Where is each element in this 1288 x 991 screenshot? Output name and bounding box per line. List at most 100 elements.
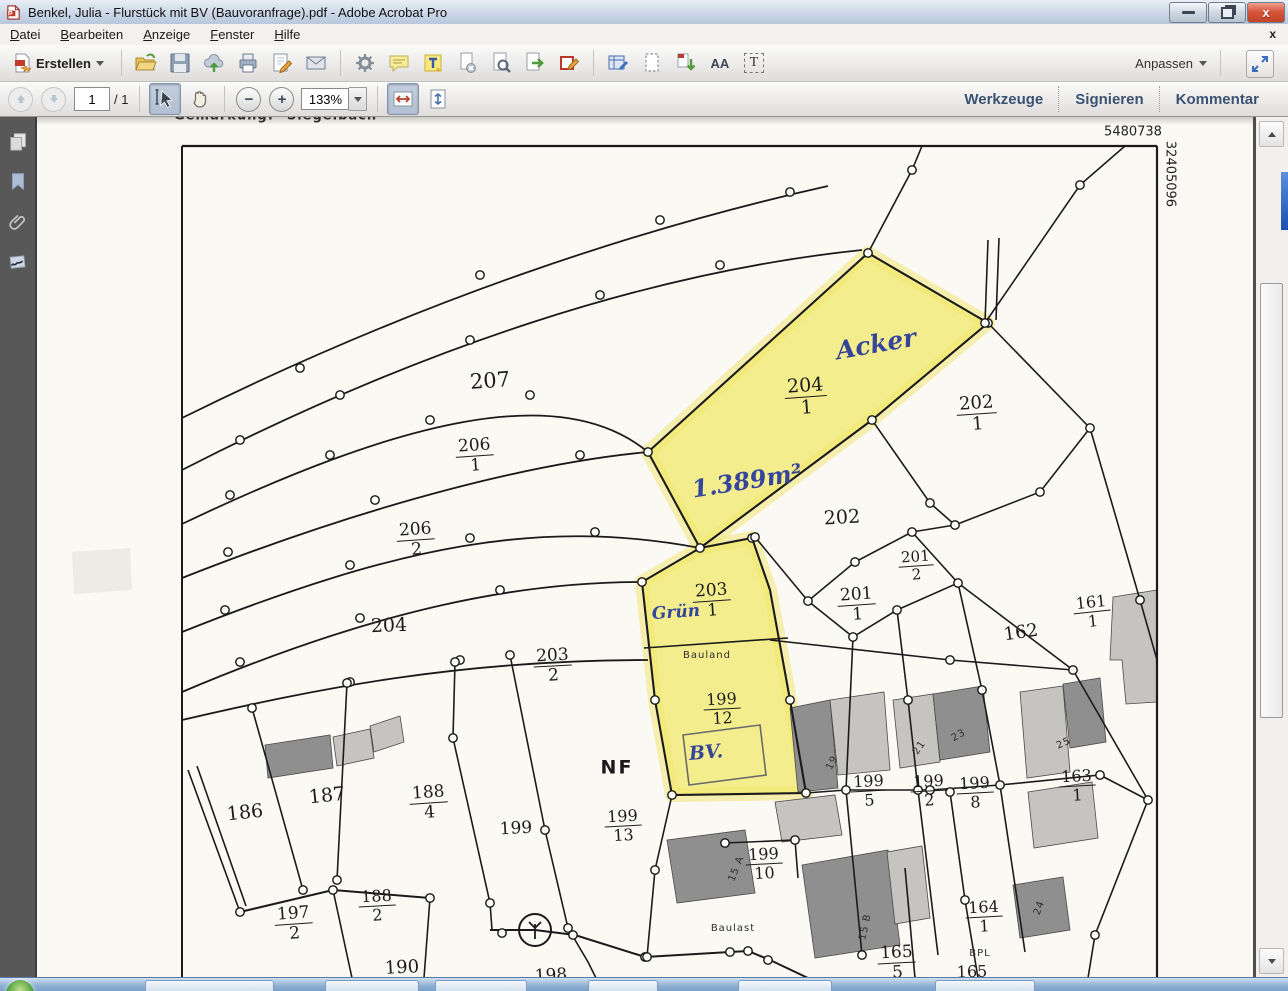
map-label: 2061: [455, 436, 496, 476]
bookmarks-button[interactable]: [0, 162, 35, 202]
scrollbar-thumb[interactable]: [1260, 283, 1283, 718]
map-label: Baulast: [711, 924, 755, 934]
sign-document-icon: [270, 51, 294, 75]
signieren-button[interactable]: Signieren: [1060, 91, 1158, 108]
restore-button[interactable]: [1208, 2, 1246, 23]
menu-bearbeiten[interactable]: Bearbeiten: [50, 25, 133, 44]
fit-width-button[interactable]: [387, 83, 419, 115]
map-label: 19913: [604, 808, 642, 845]
map-label: 1631: [1058, 768, 1096, 805]
map-label: 1.389m²: [690, 460, 803, 501]
open-file-button[interactable]: [131, 48, 161, 78]
map-label: Bauland: [683, 651, 731, 661]
page-number-input[interactable]: [74, 87, 110, 111]
comment-button[interactable]: [384, 48, 414, 78]
font-size-button[interactable]: AA: [705, 48, 735, 78]
erstellen-button[interactable]: Erstellen: [6, 45, 112, 81]
map-label: NF: [601, 759, 634, 778]
taskbar-button[interactable]: [435, 980, 527, 991]
map-label: BV.: [688, 742, 724, 764]
settings-button[interactable]: [350, 48, 380, 78]
title-bar: Benkel, Julia - Flurstück mit BV (Bauvor…: [0, 0, 1288, 24]
anpassen-dropdown[interactable]: Anpassen: [1135, 45, 1228, 81]
document-pane[interactable]: 2072061206220420322041202120220312011201…: [0, 0, 1288, 978]
form-edit-button[interactable]: [603, 48, 633, 78]
taskbar-button[interactable]: [738, 980, 832, 991]
taskbar-button[interactable]: [935, 980, 1035, 991]
map-label: 204: [371, 616, 408, 636]
zoom-dropdown-button[interactable]: [349, 87, 367, 111]
page-thumbnails-icon: [7, 131, 29, 153]
sign-document-button[interactable]: [267, 48, 297, 78]
map-label: 199: [499, 820, 532, 839]
scroll-down-button[interactable]: [1259, 948, 1284, 974]
close-document-icon[interactable]: x: [1269, 27, 1276, 41]
minimize-button[interactable]: [1169, 2, 1207, 23]
previous-page-button[interactable]: [8, 87, 33, 112]
edit-object-button[interactable]: [554, 48, 584, 78]
map-label: 32405096: [1164, 141, 1177, 207]
expand-icon: [1250, 54, 1270, 74]
select-tool-button[interactable]: [149, 83, 181, 115]
hand-icon: [188, 87, 212, 111]
kommentar-button[interactable]: Kommentar: [1161, 91, 1274, 108]
search-page-icon: [489, 51, 513, 75]
comment-bubble-icon: [387, 51, 411, 75]
close-button[interactable]: x: [1247, 2, 1285, 23]
open-file-icon: [134, 51, 158, 75]
page-total-label: / 1: [114, 92, 128, 107]
menu-datei[interactable]: Datei: [0, 25, 50, 44]
upload-cloud-button[interactable]: [199, 48, 229, 78]
taskbar-button[interactable]: [588, 980, 658, 991]
hand-tool-button[interactable]: [185, 84, 215, 114]
scroll-up-button[interactable]: [1259, 121, 1284, 147]
highlight-text-button[interactable]: [418, 48, 448, 78]
werkzeuge-button[interactable]: Werkzeuge: [949, 91, 1058, 108]
highlight-text-icon: [421, 51, 445, 75]
fit-page-button[interactable]: [423, 84, 453, 114]
attachments-button[interactable]: [0, 202, 35, 242]
map-label: 19: [825, 754, 841, 772]
email-icon: [304, 51, 328, 75]
zoom-in-button[interactable]: +: [269, 87, 294, 112]
map-label: 5480738: [1104, 126, 1162, 139]
replace-page-button[interactable]: [671, 48, 701, 78]
search-page-button[interactable]: [486, 48, 516, 78]
map-label: 187: [308, 785, 346, 808]
main-toolbar: Erstellen: [0, 45, 1288, 82]
delete-page-icon: [455, 51, 479, 75]
next-page-button[interactable]: [41, 87, 66, 112]
map-label: 1641: [965, 899, 1003, 936]
font-aa-icon: AA: [711, 56, 730, 71]
taskbar-button[interactable]: [325, 980, 419, 991]
menu-anzeige[interactable]: Anzeige: [133, 25, 200, 44]
signatures-button[interactable]: [0, 242, 35, 282]
taskbar-button[interactable]: [145, 980, 274, 991]
paperclip-icon: [7, 211, 29, 233]
menu-fenster[interactable]: Fenster: [200, 25, 264, 44]
map-label: 2011: [837, 585, 878, 625]
map-label: 2062: [396, 520, 437, 560]
delete-page-button[interactable]: [452, 48, 482, 78]
cloud-upload-icon: [202, 51, 226, 75]
panel-buttons: Werkzeuge Signieren Kommentar: [949, 82, 1274, 116]
windows-taskbar: [0, 977, 1288, 991]
export-page-icon: [523, 51, 547, 75]
map-labels-layer: 2072061206220420322041202120220312011201…: [0, 0, 1288, 978]
save-button[interactable]: [165, 48, 195, 78]
page-thumbnails-button[interactable]: [0, 122, 35, 162]
email-button[interactable]: [301, 48, 331, 78]
add-textbox-button[interactable]: T: [739, 48, 769, 78]
zoom-value[interactable]: 133%: [301, 88, 349, 110]
zoom-out-button[interactable]: −: [236, 87, 261, 112]
map-label: 162: [1003, 622, 1040, 645]
chevron-down-icon: [96, 61, 104, 66]
blank-page-button[interactable]: [637, 48, 667, 78]
export-page-button[interactable]: [520, 48, 550, 78]
fit-width-icon: [391, 87, 415, 111]
menu-hilfe[interactable]: Hilfe: [264, 25, 310, 44]
print-button[interactable]: [233, 48, 263, 78]
navigation-sidebar: [0, 116, 37, 978]
expand-panel-button[interactable]: [1246, 50, 1274, 78]
start-button[interactable]: [6, 980, 34, 991]
